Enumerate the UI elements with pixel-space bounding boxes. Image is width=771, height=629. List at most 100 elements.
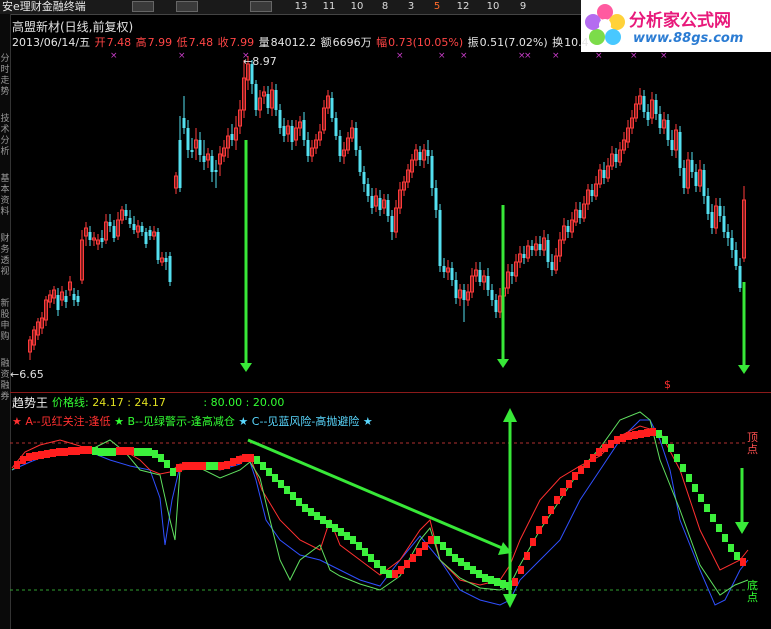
top-point-label: 顶点 <box>747 431 758 456</box>
band-step-red <box>128 447 134 455</box>
band-step-green <box>476 570 482 578</box>
candle-body <box>144 232 148 244</box>
band-step-green <box>734 552 740 560</box>
candle-body <box>148 230 152 236</box>
band-step-red <box>176 464 182 472</box>
legend-a: A--见红关注-逢低 <box>25 415 111 428</box>
candle-body <box>362 172 366 184</box>
band-step-red <box>560 488 566 496</box>
band-step-red <box>644 429 650 437</box>
band-step-red <box>242 454 248 462</box>
band-step-red <box>14 461 20 469</box>
band-step-red <box>524 552 530 560</box>
candle-body <box>210 156 214 172</box>
band-step-red <box>650 428 656 436</box>
param-2: : 24.17 <box>127 396 166 409</box>
star-red-icon: ★ <box>12 415 22 428</box>
indicator-name[interactable]: 趋势王 <box>12 394 48 411</box>
band-step-red <box>182 462 188 470</box>
candle-body <box>450 268 454 280</box>
candle-body <box>178 140 182 188</box>
candle-body <box>274 90 278 110</box>
candle-body <box>214 170 218 172</box>
pane-divider[interactable] <box>10 392 771 393</box>
band-step-red <box>542 516 548 524</box>
candle-body <box>112 226 116 238</box>
candle-body <box>530 246 534 250</box>
candle-body <box>718 206 722 216</box>
band-step-red <box>230 458 236 466</box>
candle-body <box>290 126 294 142</box>
band-step-green <box>326 520 332 528</box>
band-step-green <box>314 512 320 520</box>
candle-body <box>434 188 438 210</box>
candle-body <box>370 196 374 208</box>
band-step-red <box>224 461 230 469</box>
candle-body <box>334 118 338 136</box>
candle-body <box>426 150 430 156</box>
candle-body <box>654 100 658 114</box>
band-step-red <box>398 566 404 574</box>
band-step-red <box>422 542 428 550</box>
candle-body <box>124 210 128 216</box>
candle-body <box>510 272 514 276</box>
band-step-green <box>440 542 446 550</box>
band-step-green <box>464 562 470 570</box>
band-step-green <box>686 474 692 482</box>
price-line-value: 24.17 <box>92 396 124 409</box>
candle-body <box>734 250 738 266</box>
candle-body <box>338 136 342 156</box>
candle-body <box>578 210 582 218</box>
low-price-mark: ←6.65 <box>10 368 44 381</box>
signal-marker: × <box>438 51 446 61</box>
signal-marker: × <box>396 51 404 61</box>
legend-b: B--见绿警示-逢高减仓 <box>127 415 235 428</box>
band-step-green <box>254 456 260 464</box>
band-step-green <box>368 554 374 562</box>
band-step-red <box>428 536 434 544</box>
band-step-red <box>608 440 614 448</box>
candle-body <box>278 110 282 128</box>
candle-body <box>726 232 730 238</box>
low-arrow-icon: ← <box>10 368 20 381</box>
signal-marker: × <box>110 51 118 61</box>
kline-chart[interactable]: × × × × × × ×× × × × ×$ <box>0 0 771 629</box>
candle-body <box>164 258 168 262</box>
band-step-green <box>146 448 152 456</box>
band-step-green <box>716 524 722 532</box>
indicator-down-arrow-head <box>735 522 749 534</box>
candle-body <box>168 256 172 282</box>
band-step-red <box>80 446 86 454</box>
band-step-green <box>134 448 140 456</box>
band-step-red <box>566 480 572 488</box>
band-step-green <box>722 534 728 542</box>
candle-body <box>302 120 306 140</box>
candle-body <box>156 232 160 260</box>
candle-body <box>478 270 482 282</box>
band-step-green <box>446 548 452 556</box>
band-step-red <box>518 566 524 574</box>
candle-body <box>330 98 334 118</box>
candle-body <box>702 170 706 196</box>
candle-body <box>710 212 714 228</box>
candle-body <box>132 224 136 230</box>
candle-body <box>72 294 76 300</box>
band-step-red <box>602 444 608 452</box>
band-step-green <box>140 448 146 456</box>
candle-body <box>550 262 554 270</box>
band-step-red <box>32 452 38 460</box>
signal-marker: × <box>630 51 638 61</box>
band-step-green <box>662 436 668 444</box>
candle-body <box>358 150 362 172</box>
candle-body <box>462 290 466 300</box>
star-green-icon: ★ <box>114 415 124 428</box>
band-step-green <box>278 480 284 488</box>
star-cyan-end-icon: ★ <box>362 415 373 428</box>
candle-body <box>666 120 670 140</box>
band-step-red <box>530 538 536 546</box>
band-step-red <box>554 496 560 504</box>
band-step-green <box>170 468 176 476</box>
candle-body <box>682 168 686 188</box>
band-step-red <box>548 506 554 514</box>
candle-body <box>108 222 112 226</box>
